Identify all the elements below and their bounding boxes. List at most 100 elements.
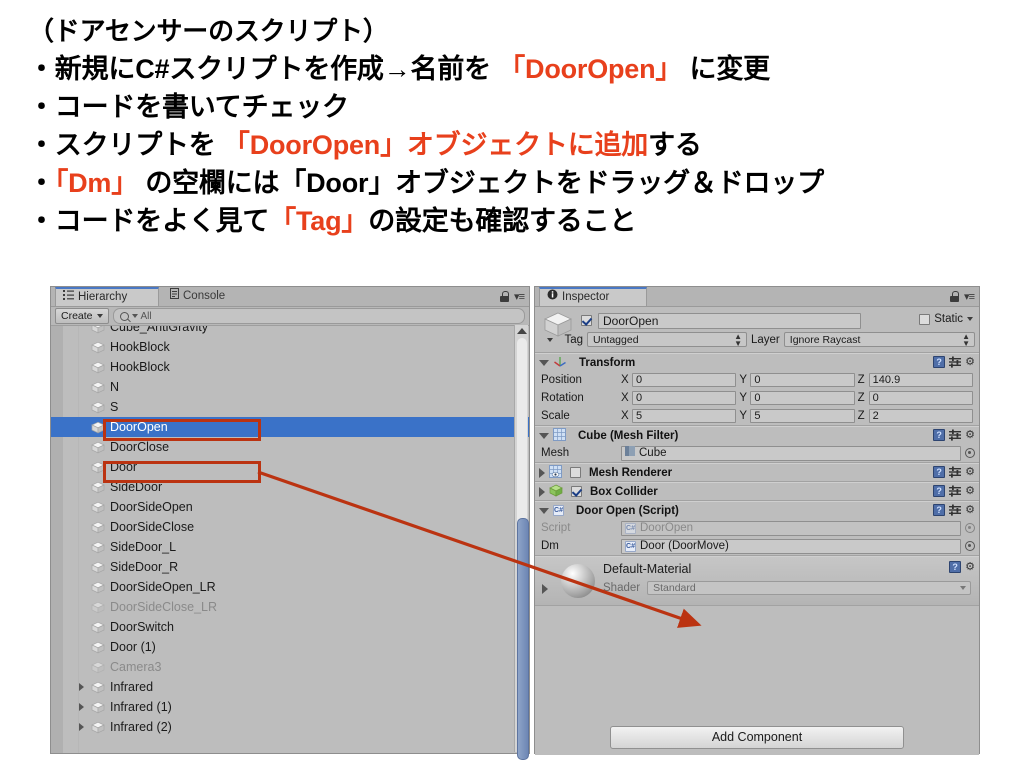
object-picker-icon[interactable]	[965, 541, 975, 551]
gear-icon[interactable]: ⚙	[965, 561, 975, 573]
hierarchy-item-door[interactable]: Door	[51, 457, 529, 477]
hierarchy-item-sidedoor[interactable]: SideDoor	[51, 477, 529, 497]
foldout-closed-icon[interactable]	[79, 683, 84, 691]
create-button[interactable]: Create	[55, 308, 109, 324]
transform-position-y-field[interactable]: 0	[750, 373, 855, 387]
scrollbar-thumb[interactable]	[517, 518, 529, 760]
hierarchy-item-sidedoor-r[interactable]: SideDoor_R	[51, 557, 529, 577]
hierarchy-item-door-1[interactable]: Door (1)	[51, 637, 529, 657]
transform-rotation-x-field[interactable]: 0	[632, 391, 737, 405]
foldout-closed-icon[interactable]	[79, 723, 84, 731]
inspector-tabbar: Inspector ▾≡	[535, 287, 979, 307]
component-header[interactable]: Transform ? ⚙	[535, 354, 979, 371]
preset-icon[interactable]	[949, 356, 962, 368]
gameobject-enabled-checkbox[interactable]	[581, 315, 592, 326]
hierarchy-item-doorsideclose[interactable]: DoorSideClose	[51, 517, 529, 537]
hierarchy-item-doorsideopen[interactable]: DoorSideOpen	[51, 497, 529, 517]
lock-icon[interactable]	[500, 291, 510, 302]
dm-object-field[interactable]: C# Door (DoorMove)	[621, 538, 961, 554]
transform-scale-x-field[interactable]: 5	[632, 409, 737, 423]
search-input[interactable]: All	[112, 308, 525, 324]
foldout-closed-icon[interactable]	[539, 467, 545, 478]
tag-dropdown[interactable]: Untagged ▲ ▼	[587, 332, 747, 347]
gear-icon[interactable]: ⚙	[965, 356, 975, 368]
gear-icon[interactable]: ⚙	[965, 466, 975, 478]
gear-icon[interactable]: ⚙	[965, 429, 975, 441]
scroll-up-arrow-icon[interactable]	[517, 328, 527, 334]
component-header[interactable]: Box Collider ? ⚙	[535, 483, 979, 500]
foldout-closed-icon[interactable]	[79, 703, 84, 711]
shader-row: Shader Standard	[603, 581, 971, 595]
hierarchy-item-hookblock[interactable]: HookBlock	[51, 357, 529, 377]
component-header[interactable]: Mesh Renderer ? ⚙	[535, 464, 979, 481]
layer-dropdown[interactable]: Ignore Raycast ▲ ▼	[783, 332, 975, 347]
hierarchy-item-s[interactable]: S	[51, 397, 529, 417]
foldout-open-icon[interactable]	[539, 432, 549, 439]
tab-console[interactable]: Console	[163, 287, 235, 306]
hierarchy-item-dooropen[interactable]: DoorOpen	[51, 417, 529, 437]
object-picker-icon[interactable]	[965, 448, 975, 458]
preset-icon[interactable]	[949, 466, 962, 478]
component-header[interactable]: Cube (Mesh Filter) ? ⚙	[535, 427, 979, 444]
foldout-open-icon[interactable]	[539, 507, 549, 514]
transform-position-z-field[interactable]: 140.9	[868, 373, 973, 387]
mesh-renderer-enabled-checkbox[interactable]	[570, 467, 581, 478]
hierarchy-list[interactable]: Cube_AntiGravity HookBlock HookBlock N S Door…	[51, 326, 529, 753]
box-collider-enabled-checkbox[interactable]	[571, 486, 582, 497]
preset-icon[interactable]	[949, 429, 962, 441]
lock-icon[interactable]	[950, 291, 960, 302]
component-header[interactable]: C# Door Open (Script) ? ⚙	[535, 502, 979, 519]
hierarchy-item-doorsideopen-lr[interactable]: DoorSideOpen_LR	[51, 577, 529, 597]
hierarchy-item-n[interactable]: N	[51, 377, 529, 397]
help-icon[interactable]: ?	[933, 466, 946, 478]
preset-icon[interactable]	[949, 504, 962, 516]
panel-menu-icon[interactable]: ▾≡	[514, 290, 525, 303]
hierarchy-item-hookblock[interactable]: HookBlock	[51, 337, 529, 357]
help-icon[interactable]: ?	[949, 561, 962, 573]
hierarchy-item-doorclose[interactable]: DoorClose	[51, 437, 529, 457]
tab-inspector[interactable]: Inspector	[539, 287, 647, 306]
hierarchy-item-doorswitch[interactable]: DoorSwitch	[51, 617, 529, 637]
gameobject-name-field[interactable]: DoorOpen	[598, 313, 861, 329]
panel-menu-icon[interactable]: ▾≡	[964, 290, 975, 303]
chevron-down-icon	[96, 314, 103, 318]
static-checkbox[interactable]	[919, 313, 931, 325]
add-component-button[interactable]: Add Component	[610, 726, 904, 749]
tab-hierarchy[interactable]: Hierarchy	[55, 287, 159, 306]
slide-line-4: ・「Dm」 の空欄には「Door」オブジェクトをドラッグ＆ドロップ	[28, 164, 996, 202]
transform-rotation-z-field[interactable]: 0	[868, 391, 973, 405]
hierarchy-item-label: Camera3	[110, 660, 162, 674]
component-title: Box Collider	[590, 485, 658, 498]
hierarchy-item-cube-antigravity[interactable]: Cube_AntiGravity	[51, 326, 529, 337]
help-icon[interactable]: ?	[933, 356, 946, 368]
static-dropdown-chevron-icon[interactable]	[967, 317, 973, 321]
shader-dropdown[interactable]: Standard	[647, 581, 971, 595]
foldout-open-icon[interactable]	[539, 359, 549, 366]
gameobject-cube-icon	[91, 441, 105, 454]
hierarchy-item-sidedoor-l[interactable]: SideDoor_L	[51, 537, 529, 557]
hierarchy-item-infrared-2[interactable]: Infrared (2)	[51, 717, 529, 737]
gameobject-cube-icon	[91, 701, 105, 714]
hierarchy-item-doorsideclose-lr[interactable]: DoorSideClose_LR	[51, 597, 529, 617]
component-icon-group: ? ⚙	[933, 504, 975, 516]
preset-icon[interactable]	[949, 485, 962, 497]
help-icon[interactable]: ?	[933, 485, 946, 497]
gear-icon[interactable]: ⚙	[965, 485, 975, 497]
hierarchy-scrollbar[interactable]	[514, 325, 529, 760]
transform-scale-z-field[interactable]: 2	[868, 409, 973, 423]
gear-icon[interactable]: ⚙	[965, 504, 975, 516]
axis-label-y: Y	[739, 392, 747, 404]
foldout-closed-icon[interactable]	[539, 486, 545, 497]
help-icon[interactable]: ?	[933, 429, 946, 441]
hierarchy-item-infrared-1[interactable]: Infrared (1)	[51, 697, 529, 717]
transform-position-x-field[interactable]: 0	[632, 373, 737, 387]
transform-rotation-y-field[interactable]: 0	[750, 391, 855, 405]
transform-scale-y-field[interactable]: 5	[750, 409, 855, 423]
help-icon[interactable]: ?	[933, 504, 946, 516]
hierarchy-item-label: DoorSwitch	[110, 620, 174, 634]
hierarchy-item-label: DoorClose	[110, 440, 170, 454]
mesh-object-field[interactable]: Cube	[621, 445, 961, 461]
hierarchy-item-infrared[interactable]: Infrared	[51, 677, 529, 697]
foldout-closed-icon[interactable]	[542, 584, 548, 594]
hierarchy-item-camera3[interactable]: Camera3	[51, 657, 529, 677]
